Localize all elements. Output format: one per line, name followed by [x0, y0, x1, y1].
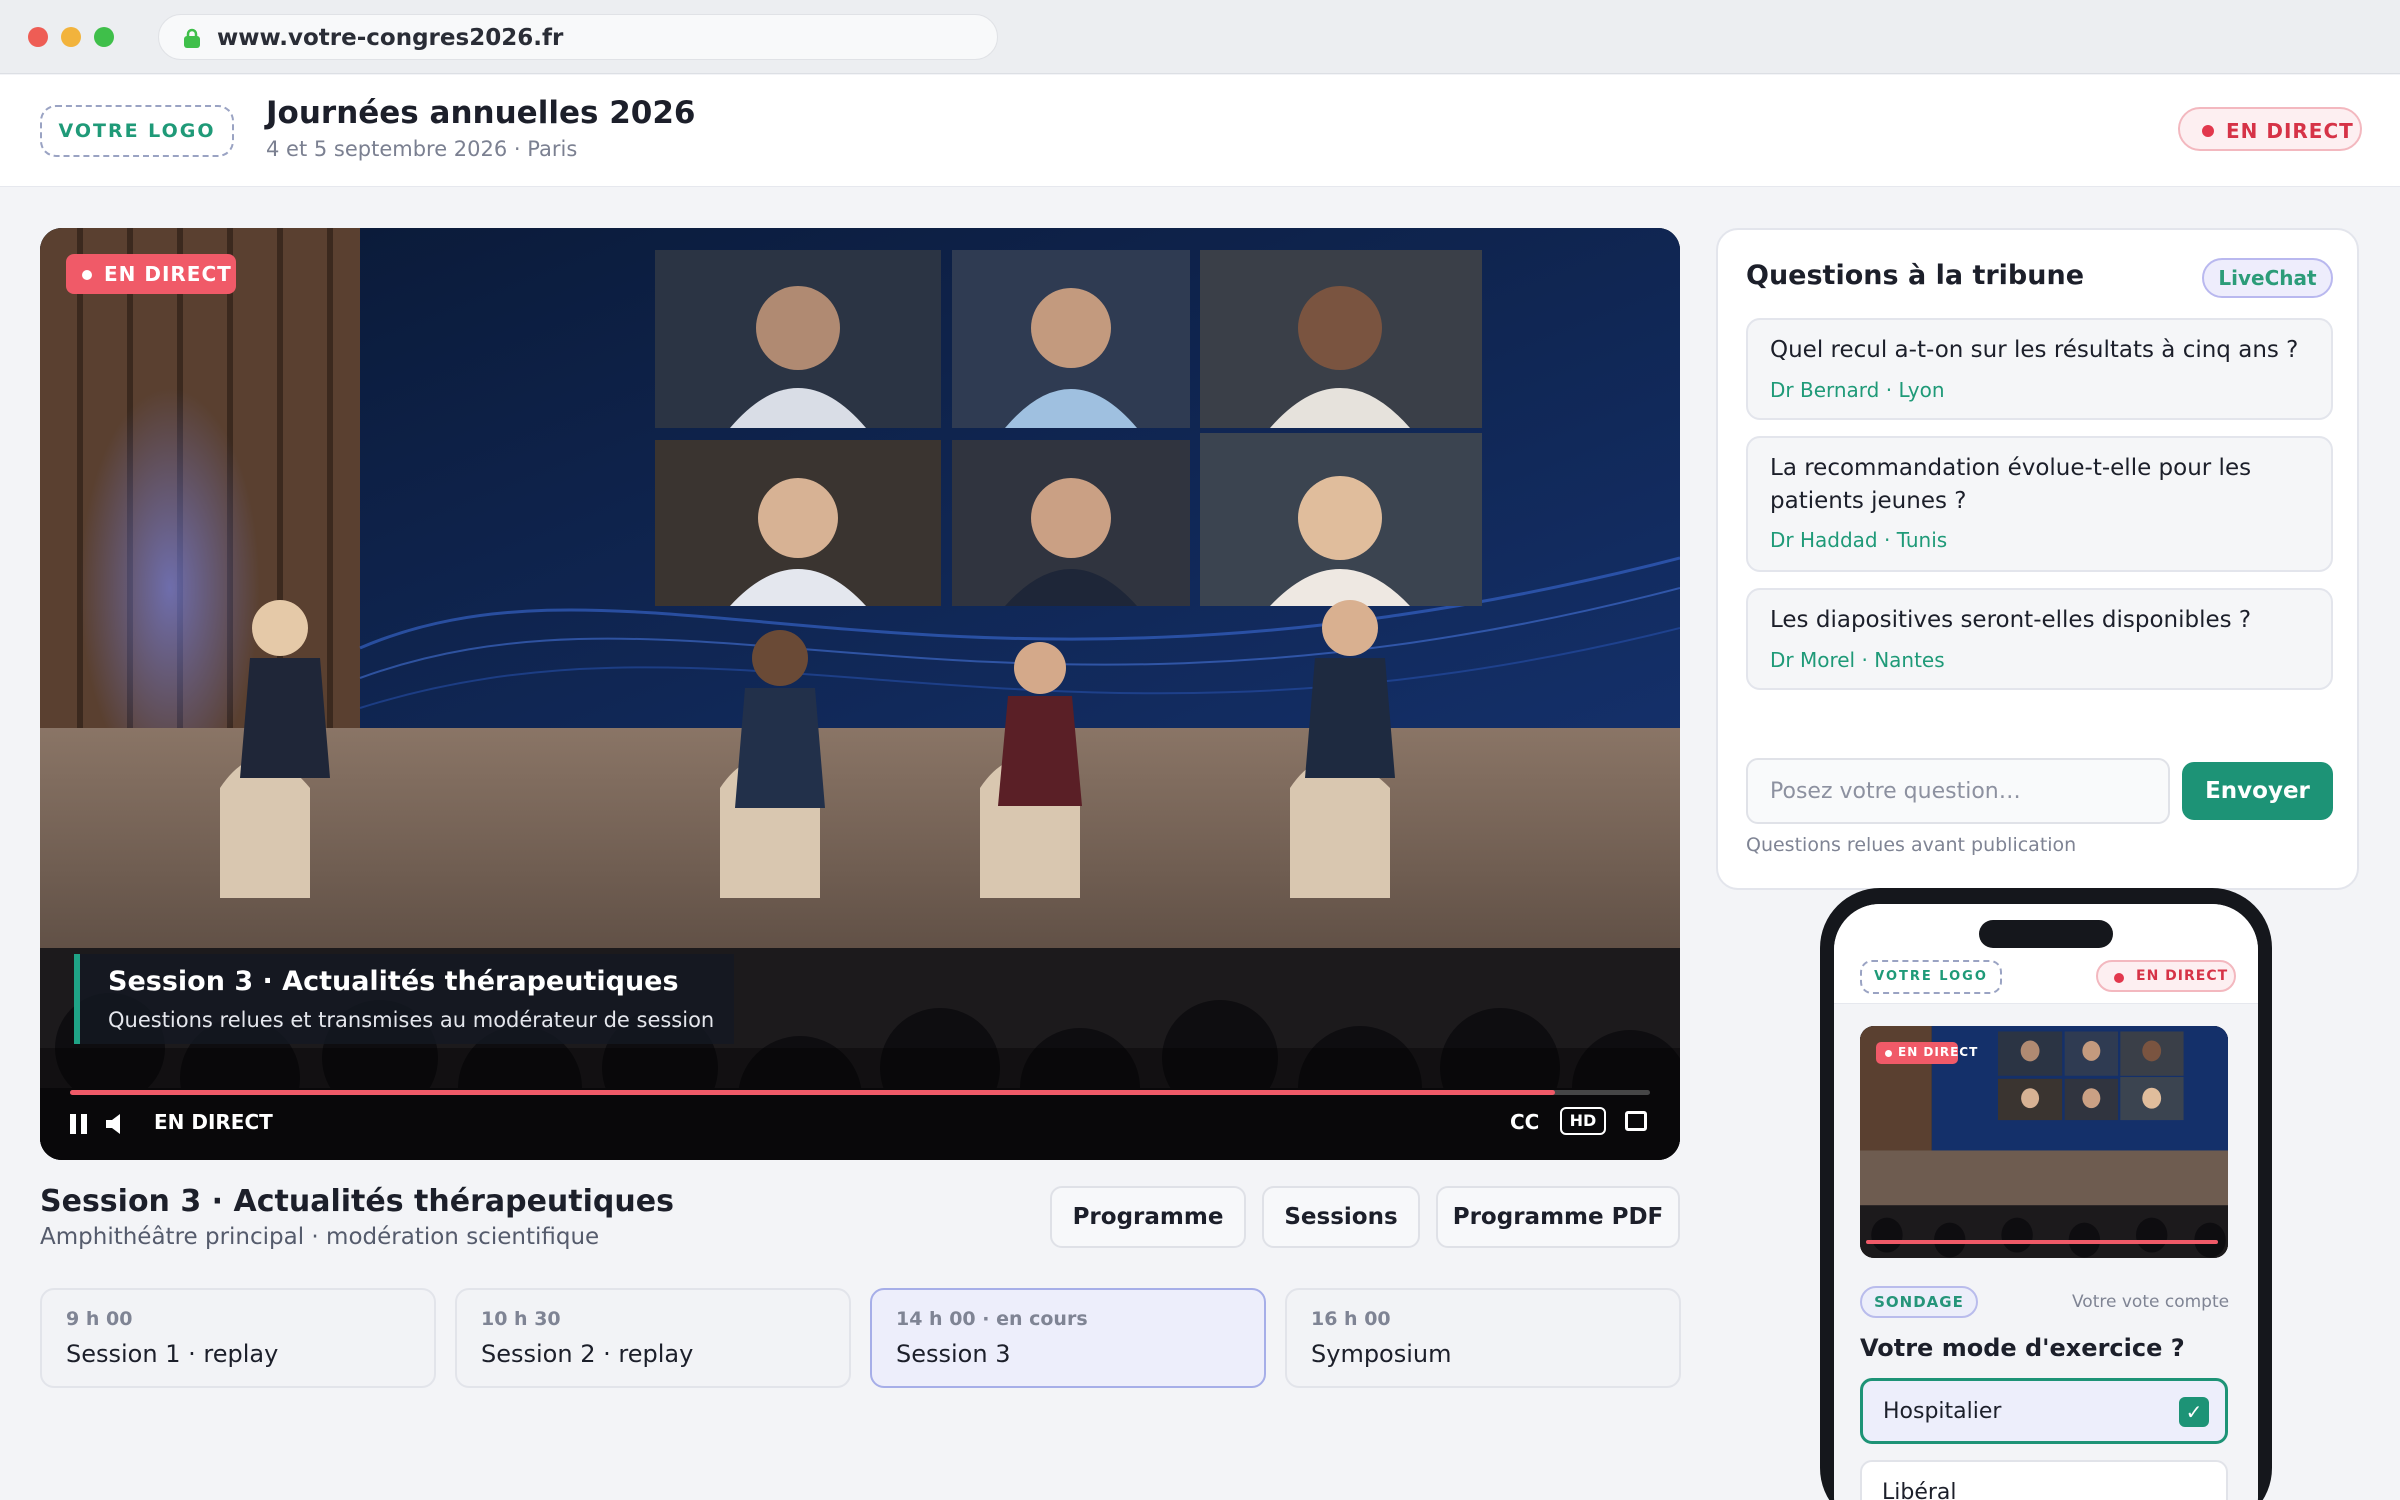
programme-button[interactable]: Programme	[1050, 1186, 1246, 1248]
livechat-badge[interactable]: LiveChat	[2202, 258, 2333, 298]
video-progress-fill	[70, 1090, 1556, 1095]
schedule-time: 14 h 00 · en cours	[896, 1308, 1088, 1330]
phone-video-player[interactable]: EN DIRECT	[1860, 1026, 2228, 1258]
question-item: Les diapositives seront-elles disponible…	[1746, 588, 2333, 690]
poll-option-liberal[interactable]: Libéral	[1860, 1460, 2228, 1500]
phone-screen: VOTRE LOGO EN DIRECT EN DIRECT SONDAGE V…	[1834, 904, 2258, 1500]
schedule-card-session-3[interactable]: 14 h 00 · en cours Session 3	[870, 1288, 1266, 1388]
schedule-time: 16 h 00	[1311, 1308, 1391, 1330]
poll-option-label: Hospitalier	[1883, 1399, 2002, 1424]
captions-button[interactable]: CC	[1510, 1110, 1539, 1134]
phone-notch	[1979, 920, 2113, 948]
phone-logo[interactable]: VOTRE LOGO	[1860, 960, 2002, 994]
video-progress-bar[interactable]	[70, 1090, 1650, 1095]
session-title: Session 3 · Actualités thérapeutiques	[40, 1184, 674, 1219]
maximize-window-button[interactable]	[94, 27, 114, 47]
send-button[interactable]: Envoyer	[2182, 762, 2333, 820]
live-dot-icon	[2202, 125, 2214, 137]
phone-video-progress[interactable]	[1866, 1240, 2218, 1244]
questions-panel: Questions à la tribune LiveChat Quel rec…	[1716, 228, 2359, 890]
schedule-card-symposium[interactable]: 16 h 00 Symposium	[1285, 1288, 1681, 1388]
phone-video-live-badge: EN DIRECT	[1876, 1042, 1977, 1064]
poll-badge: SONDAGE	[1860, 1286, 1978, 1318]
site-logo[interactable]: VOTRE LOGO	[40, 105, 234, 157]
poll-option-label: Libéral	[1882, 1480, 1957, 1500]
minimize-window-button[interactable]	[61, 27, 81, 47]
question-input[interactable]	[1746, 758, 2170, 824]
phone-mockup: VOTRE LOGO EN DIRECT EN DIRECT SONDAGE V…	[1820, 888, 2272, 1500]
pause-icon[interactable]	[68, 1112, 90, 1136]
caption-title: Session 3 · Actualités thérapeutiques	[108, 966, 679, 997]
schedule-name: Symposium	[1311, 1340, 1452, 1368]
volume-icon[interactable]	[104, 1112, 128, 1136]
phone-header: VOTRE LOGO EN DIRECT	[1834, 904, 2258, 1004]
question-text: La recommandation évolue-t-elle pour les…	[1770, 455, 2252, 514]
question-author: Dr Morel · Nantes	[1770, 648, 1945, 672]
close-window-button[interactable]	[28, 27, 48, 47]
video-live-badge: EN DIRECT	[66, 254, 236, 294]
phone-live-label: EN DIRECT	[2136, 968, 2229, 984]
browser-chrome: www.votre-congres2026.fr	[0, 0, 2400, 74]
page-title: Journées annuelles 2026	[266, 95, 696, 131]
caption-subtitle: Questions relues et transmises au modéra…	[108, 1008, 715, 1032]
fullscreen-icon[interactable]	[1625, 1111, 1647, 1131]
address-bar[interactable]: www.votre-congres2026.fr	[158, 14, 998, 60]
poll-note: Votre vote compte	[2072, 1292, 2230, 1312]
video-caption: Session 3 · Actualités thérapeutiques Qu…	[74, 954, 734, 1044]
page-subtitle: 4 et 5 septembre 2026 · Paris	[266, 137, 578, 161]
player-live-status: EN DIRECT	[154, 1110, 273, 1134]
video-live-badge-label: EN DIRECT	[104, 262, 232, 286]
question-item: Quel recul a-t-on sur les résultats à ci…	[1746, 318, 2333, 420]
schedule-name: Session 3	[896, 1340, 1011, 1368]
question-text: Les diapositives seront-elles disponible…	[1770, 607, 2252, 633]
schedule-time: 9 h 00	[66, 1308, 133, 1330]
url-text: www.votre-congres2026.fr	[217, 25, 564, 51]
poll-option-hospitalier[interactable]: Hospitalier ✓	[1860, 1378, 2228, 1444]
sessions-button[interactable]: Sessions	[1262, 1186, 1420, 1248]
schedule-name: Session 1 · replay	[66, 1340, 279, 1368]
moderation-note: Questions relues avant publication	[1746, 834, 2077, 856]
schedule-card-session-2[interactable]: 10 h 30 Session 2 · replay	[455, 1288, 851, 1388]
question-author: Dr Bernard · Lyon	[1770, 378, 1945, 402]
question-author: Dr Haddad · Tunis	[1770, 528, 1948, 552]
poll-question: Votre mode d'exercice ?	[1860, 1334, 2185, 1362]
programme-pdf-button[interactable]: Programme PDF	[1436, 1186, 1680, 1248]
site-header: VOTRE LOGO Journées annuelles 2026 4 et …	[0, 75, 2400, 187]
quality-button[interactable]: HD	[1560, 1107, 1606, 1135]
live-dot-icon	[1885, 1050, 1892, 1057]
live-status-label: EN DIRECT	[2226, 119, 2354, 143]
session-subtitle: Amphithéâtre principal · modération scie…	[40, 1224, 600, 1250]
schedule-time: 10 h 30	[481, 1308, 561, 1330]
phone-live-badge: EN DIRECT	[2096, 960, 2236, 992]
questions-title: Questions à la tribune	[1746, 260, 2085, 291]
video-player[interactable]: EN DIRECT Session 3 · Actualités thérape…	[40, 228, 1680, 1160]
live-status-badge: EN DIRECT	[2178, 107, 2362, 151]
schedule-name: Session 2 · replay	[481, 1340, 694, 1368]
live-dot-icon	[2114, 973, 2124, 983]
question-text: Quel recul a-t-on sur les résultats à ci…	[1770, 337, 2299, 363]
live-dot-icon	[82, 270, 92, 280]
lock-icon	[184, 28, 200, 48]
schedule-card-session-1[interactable]: 9 h 00 Session 1 · replay	[40, 1288, 436, 1388]
question-item: La recommandation évolue-t-elle pour les…	[1746, 436, 2333, 572]
phone-video-live-label: EN DIRECT	[1898, 1045, 1979, 1059]
checkbox-checked-icon[interactable]: ✓	[2179, 1397, 2209, 1427]
